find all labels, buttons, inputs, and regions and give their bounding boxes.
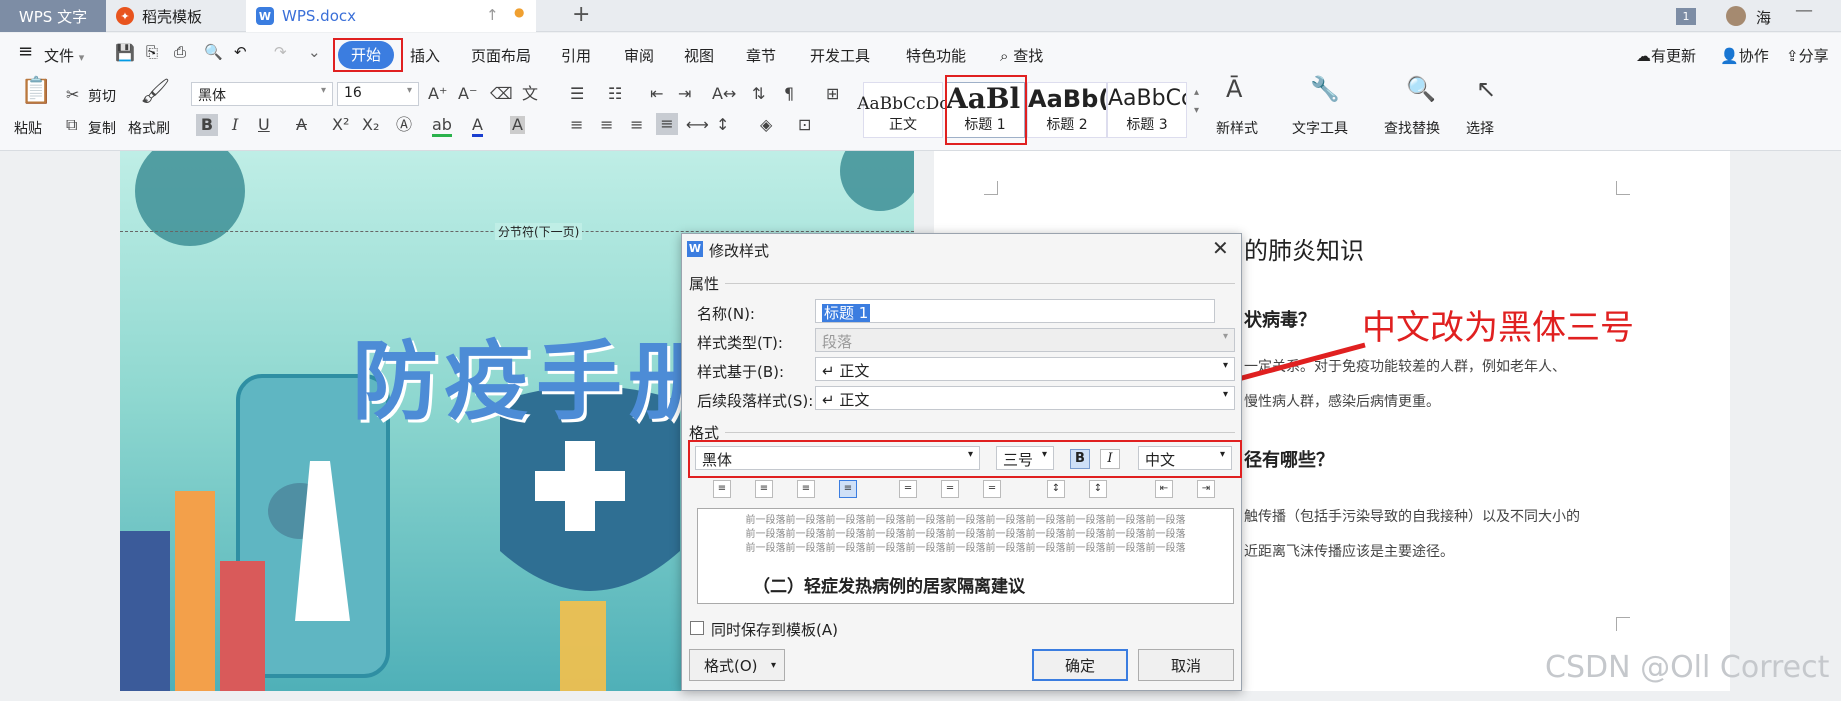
paragraph-mark-icon: ↵ <box>822 391 835 409</box>
style-name-value: 标题 1 <box>822 304 871 322</box>
dialog-app-icon: W <box>687 241 703 257</box>
format-menu-label: 格式(O) <box>704 656 758 675</box>
dlg-double-spacing-icon[interactable]: ═ <box>983 480 1001 498</box>
csdn-watermark: CSDN @Oll Correct <box>1545 650 1830 685</box>
name-label: 名称(N): <box>697 305 755 323</box>
divider <box>725 283 1235 284</box>
preview-previous-paragraph: 前一段落前一段落前一段落前一段落前一段落前一段落前一段落前一段落前一段落前一段落… <box>745 543 1186 554</box>
dlg-onehalf-spacing-icon[interactable]: ═ <box>941 480 959 498</box>
style-name-input[interactable]: 标题 1 <box>815 299 1215 323</box>
dlg-single-spacing-icon[interactable]: ═ <box>899 480 917 498</box>
preview-previous-paragraph: 前一段落前一段落前一段落前一段落前一段落前一段落前一段落前一段落前一段落前一段落… <box>745 515 1186 526</box>
based-on-select[interactable]: ↵ 正文 ▾ <box>815 357 1235 381</box>
style-preview-pane: 前一段落前一段落前一段落前一段落前一段落前一段落前一段落前一段落前一段落前一段落… <box>697 508 1234 604</box>
next-style-label: 后续段落样式(S): <box>697 392 814 410</box>
cancel-button[interactable]: 取消 <box>1138 649 1234 681</box>
next-style-select[interactable]: ↵ 正文 ▾ <box>815 386 1235 410</box>
dlg-decrease-indent-icon[interactable]: ⇤ <box>1155 480 1173 498</box>
dlg-align-left-icon[interactable]: ≡ <box>713 480 731 498</box>
next-style-value: 正文 <box>839 391 870 409</box>
close-icon[interactable]: ✕ <box>1212 236 1229 260</box>
style-type-value: 段落 <box>822 333 853 351</box>
dlg-increase-indent-icon[interactable]: ⇥ <box>1197 480 1215 498</box>
save-to-template-checkbox[interactable] <box>690 621 704 635</box>
based-on-value: 正文 <box>839 362 870 380</box>
highlight-box-font <box>688 440 1242 478</box>
props-section-label: 属性 <box>689 275 720 293</box>
style-type-label: 样式类型(T): <box>697 334 783 352</box>
dlg-align-center-icon[interactable]: ≡ <box>755 480 773 498</box>
based-on-label: 样式基于(B): <box>697 363 785 381</box>
dlg-justify-icon[interactable]: ≡ <box>839 480 857 498</box>
divider <box>725 432 1235 433</box>
paragraph-mark-icon: ↵ <box>822 362 835 380</box>
style-type-select[interactable]: 段落 ▾ <box>815 328 1235 352</box>
dlg-space-after-icon[interactable]: ↕ <box>1089 480 1107 498</box>
save-to-template-label: 同时保存到模板(A) <box>711 621 838 639</box>
dialog-title: 修改样式 <box>709 242 770 260</box>
ok-button[interactable]: 确定 <box>1032 649 1128 681</box>
preview-previous-paragraph: 前一段落前一段落前一段落前一段落前一段落前一段落前一段落前一段落前一段落前一段落… <box>745 529 1186 540</box>
dlg-align-right-icon[interactable]: ≡ <box>797 480 815 498</box>
format-menu-button[interactable]: 格式(O) ▾ <box>689 649 785 681</box>
preview-sample-text: （二）轻症发热病例的居家隔离建议 <box>753 577 1025 597</box>
dlg-space-before-icon[interactable]: ↕ <box>1047 480 1065 498</box>
